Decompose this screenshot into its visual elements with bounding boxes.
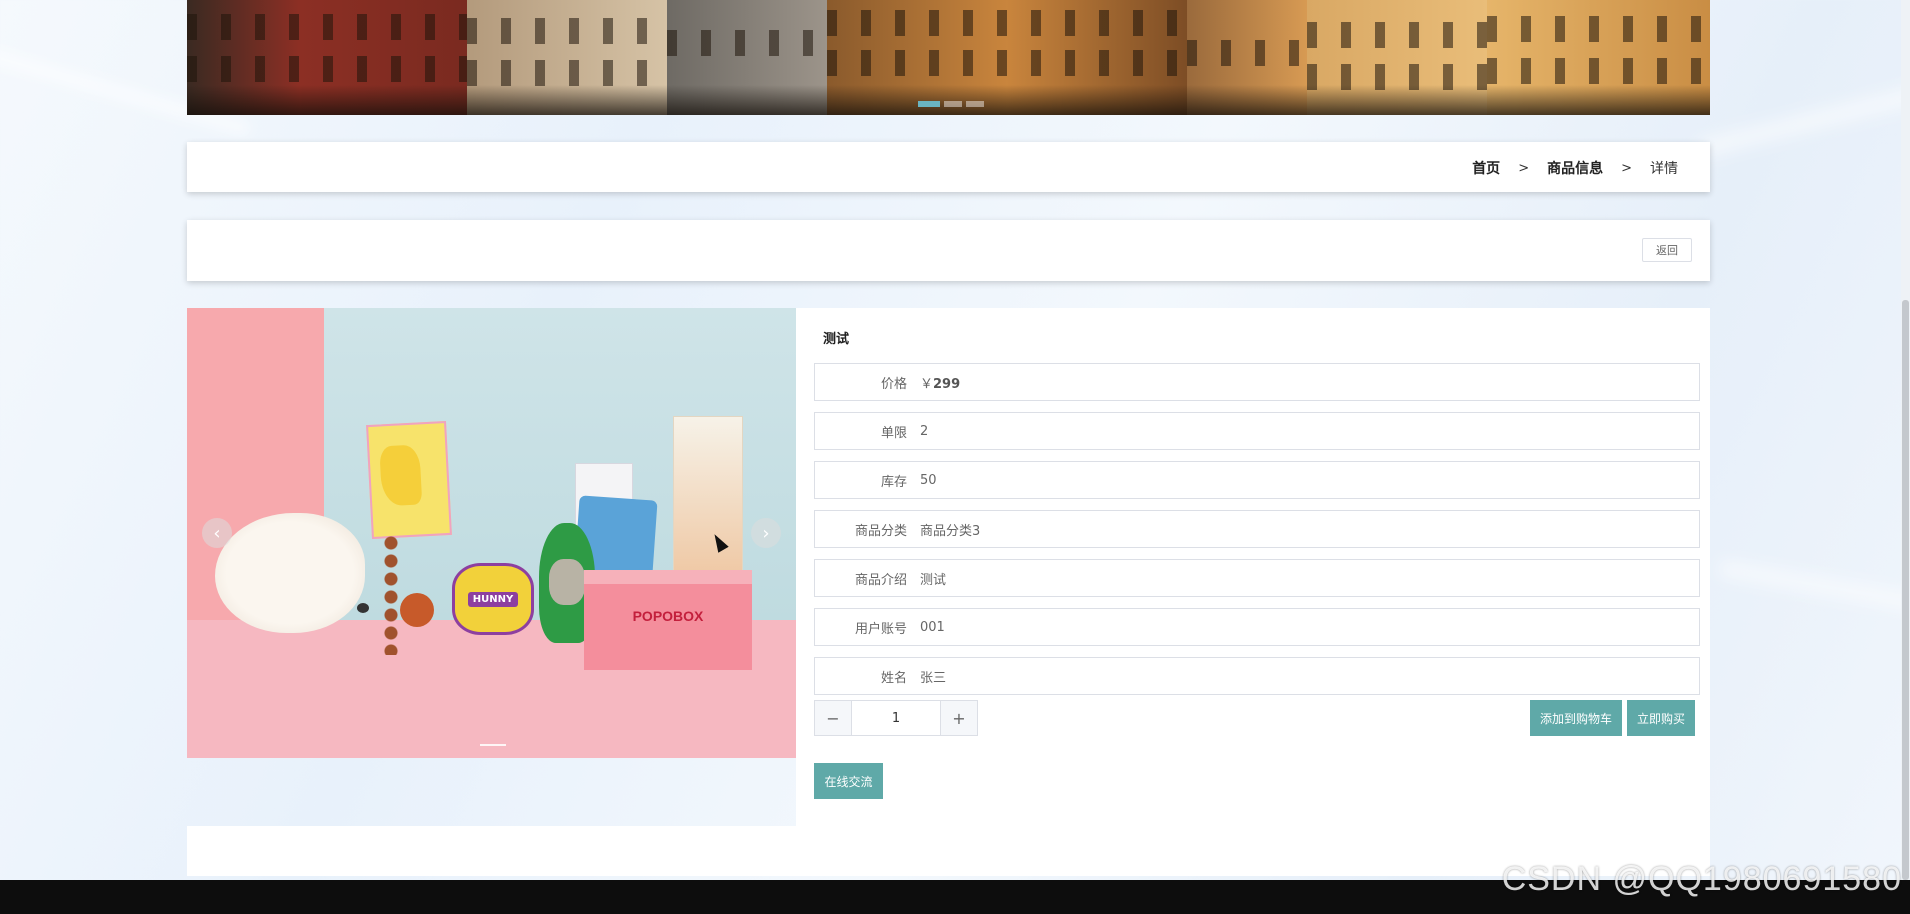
add-to-cart-button[interactable]: 添加到购物车 [1530, 700, 1622, 736]
banner-indicator-active[interactable] [918, 101, 940, 107]
online-chat-button[interactable]: 在线交流 [814, 763, 883, 799]
info-row-name: 姓名 张三 [814, 657, 1700, 695]
detail-footer-area [187, 826, 1710, 876]
breadcrumb-bar: 首页 > 商品信息 > 详情 [187, 142, 1710, 192]
banner-shade [187, 85, 1710, 115]
background-decoration [1718, 560, 1910, 615]
info-value: 商品分类3 [920, 523, 981, 539]
photo-poster [366, 420, 452, 540]
info-row-account: 用户账号 001 [814, 608, 1700, 646]
back-bar: 返回 [187, 220, 1710, 281]
carousel-next-icon[interactable]: › [751, 518, 781, 548]
quantity-stepper: − + [814, 700, 978, 736]
product-image-carousel[interactable]: HUNNY POPOBOX ‹ › [187, 308, 796, 758]
hunny-label: HUNNY [467, 591, 519, 607]
breadcrumb-separator: > [1621, 160, 1632, 176]
info-label: 姓名 [880, 670, 907, 686]
page-scrollbar[interactable] [1901, 0, 1910, 880]
background-decoration [1697, 77, 1910, 158]
photo-hunny-toy: HUNNY [452, 563, 534, 635]
info-label: 价格 [880, 376, 907, 392]
info-value: 张三 [920, 670, 947, 686]
info-value: 50 [920, 472, 937, 488]
photo-ball [400, 593, 434, 627]
info-value: 001 [920, 619, 945, 635]
product-title: 测试 [823, 332, 850, 347]
info-row-price: 价格 ￥299 [814, 363, 1700, 401]
info-label: 用户账号 [854, 621, 907, 637]
banner-indicator[interactable] [966, 101, 984, 107]
info-row-stock: 库存 50 [814, 461, 1700, 499]
photo-popobox: POPOBOX [584, 570, 752, 670]
watermark-text: CSDN @QQ1980691580 [1501, 860, 1902, 898]
price-value: ￥299 [920, 373, 960, 392]
photo-dog [215, 513, 365, 633]
info-value: 测试 [920, 572, 947, 588]
scrollbar-thumb[interactable] [1902, 300, 1909, 880]
photo-dog-nose [357, 603, 369, 613]
info-label: 商品介绍 [854, 572, 907, 588]
buy-now-button[interactable]: 立即购买 [1627, 700, 1695, 736]
currency-symbol: ￥ [920, 376, 934, 392]
banner-indicator[interactable] [944, 101, 962, 107]
breadcrumb-current: 详情 [1650, 161, 1678, 177]
info-value: 2 [920, 423, 929, 439]
back-button[interactable]: 返回 [1642, 238, 1692, 262]
info-row-limit: 单限 2 [814, 412, 1700, 450]
info-row-category: 商品分类 商品分类3 [814, 510, 1700, 548]
info-label: 库存 [880, 474, 907, 490]
product-info-list: 价格 ￥299 单限 2 库存 50 商品分类 商品分类3 商品介绍 测试 用户… [814, 363, 1700, 706]
info-label: 商品分类 [854, 523, 907, 539]
breadcrumb-category-link[interactable]: 商品信息 [1547, 158, 1603, 178]
quantity-increase-button[interactable]: + [941, 701, 977, 735]
info-row-description: 商品介绍 测试 [814, 559, 1700, 597]
quantity-decrease-button[interactable]: − [815, 701, 851, 735]
breadcrumb: 首页 > 商品信息 > 详情 [1472, 158, 1678, 178]
breadcrumb-separator: > [1518, 160, 1530, 176]
breadcrumb-home-link[interactable]: 首页 [1472, 158, 1500, 178]
price-amount: 299 [933, 376, 961, 392]
quantity-input[interactable] [851, 701, 941, 735]
carousel-prev-icon[interactable]: ‹ [202, 518, 232, 548]
box-brand-label: POPOBOX [632, 608, 704, 624]
carousel-indicator[interactable] [480, 744, 506, 746]
hero-banner [187, 0, 1710, 115]
info-label: 单限 [880, 425, 907, 441]
photo-treat-bag [673, 416, 743, 578]
banner-indicators[interactable] [918, 101, 984, 107]
